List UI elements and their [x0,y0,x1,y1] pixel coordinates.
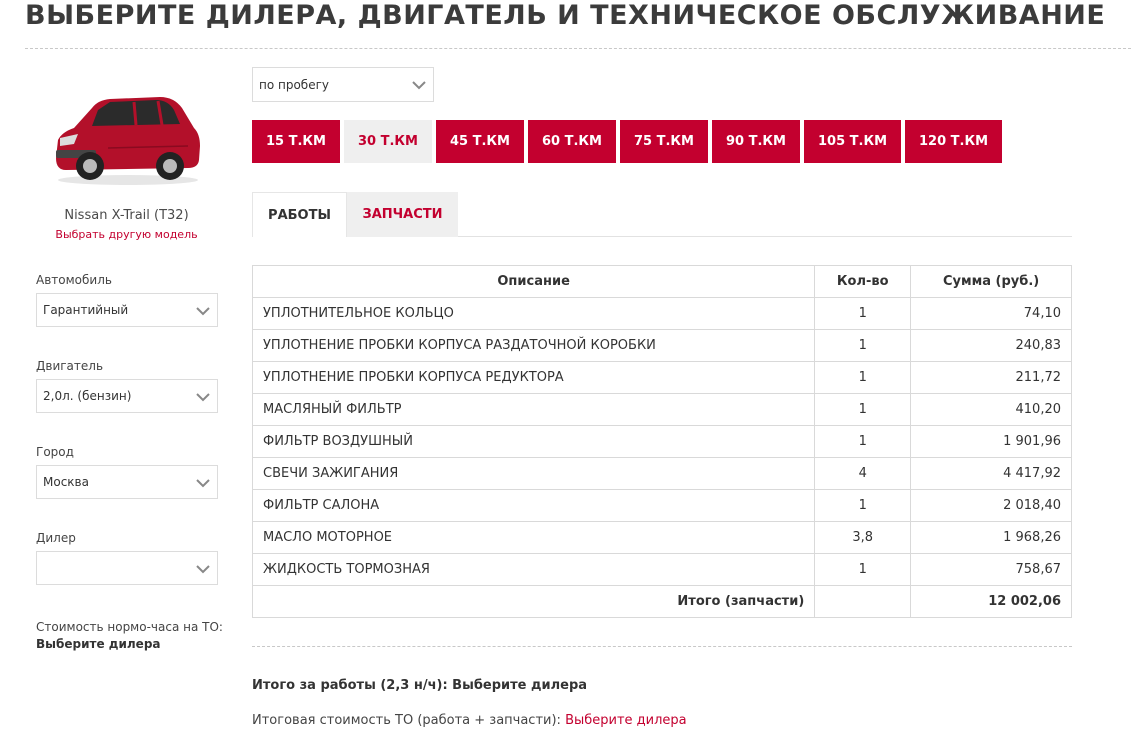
cell-description: МАСЛО МОТОРНОЕ [251,521,816,554]
tab-works[interactable]: РАБОТЫ [252,192,347,237]
table-row: ФИЛЬТР ВОЗДУШНЫЙ 1 1 901,96 [251,425,1072,458]
cell-sum: 410,20 [910,393,1072,426]
parts-total-value: 12 002,06 [910,585,1072,618]
choose-dealer-link[interactable]: Выберите дилера [565,713,687,728]
column-header-qty: Кол-во [814,265,912,298]
cell-sum: 2 018,40 [910,489,1072,522]
mileage-button-75[interactable]: 75 Т.КМ [620,120,708,163]
cell-qty: 1 [814,297,912,330]
table-row: УПЛОТНИТЕЛЬНОЕ КОЛЬЦО 1 74,10 [251,297,1072,330]
parts-table: Описание Кол-во Сумма (руб.) УПЛОТНИТЕЛЬ… [251,265,1072,618]
dealer-label: Дилер [36,531,76,545]
table-row: УПЛОТНЕНИЕ ПРОБКИ КОРПУСА РАЗДАТОЧНОЙ КО… [251,329,1072,362]
car-type-value: Гарантийный [43,303,129,317]
mileage-select-value: по пробегу [259,77,329,92]
summary-divider [252,646,1072,647]
cell-description: ЖИДКОСТЬ ТОРМОЗНАЯ [251,553,816,586]
mileage-button-30[interactable]: 30 Т.КМ [344,120,432,163]
mileage-button-45[interactable]: 45 Т.КМ [436,120,524,163]
cell-qty: 1 [814,393,912,426]
chevron-down-icon [412,81,426,90]
car-model-name: Nissan X-Trail (T32) [64,208,189,223]
chevron-down-icon [196,393,210,402]
cell-sum: 74,10 [910,297,1072,330]
column-header-description: Описание [251,265,816,298]
cell-description: УПЛОТНЕНИЕ ПРОБКИ КОРПУСА РЕДУКТОРА [251,361,816,394]
table-row: УПЛОТНЕНИЕ ПРОБКИ КОРПУСА РЕДУКТОРА 1 21… [251,361,1072,394]
cell-qty: 1 [814,329,912,362]
column-header-sum: Сумма (руб.) [910,265,1072,298]
cell-sum: 4 417,92 [910,457,1072,490]
city-select[interactable]: Москва [36,465,218,499]
car-type-label: Автомобиль [36,273,112,287]
grand-total-label: Итоговая стоимость ТО (работа + запчасти… [252,713,561,728]
parts-total-label: Итого (запчасти) [251,585,816,618]
title-divider [25,48,1131,49]
table-row: МАСЛЯНЫЙ ФИЛЬТР 1 410,20 [251,393,1072,426]
cell-qty: 1 [814,489,912,522]
parts-total-empty [814,585,912,618]
cell-qty: 1 [814,553,912,586]
city-value: Москва [43,475,89,489]
mileage-button-15[interactable]: 15 Т.КМ [252,120,340,163]
cell-qty: 3,8 [814,521,912,554]
cell-qty: 1 [814,361,912,394]
car-type-select[interactable]: Гарантийный [36,293,218,327]
mileage-button-60[interactable]: 60 Т.КМ [528,120,616,163]
engine-select[interactable]: 2,0л. (бензин) [36,379,218,413]
mileage-button-90[interactable]: 90 Т.КМ [712,120,800,163]
cell-sum: 1 968,26 [910,521,1072,554]
dealer-select[interactable] [36,551,218,585]
cell-description: ФИЛЬТР САЛОНА [251,489,816,522]
cell-description: УПЛОТНЕНИЕ ПРОБКИ КОРПУСА РАЗДАТОЧНОЙ КО… [251,329,816,362]
labor-rate-label: Стоимость нормо-часа на ТО: [36,620,223,634]
mileage-button-120[interactable]: 120 Т.КМ [905,120,1002,163]
mileage-select[interactable]: по пробегу [252,67,434,102]
table-row: ФИЛЬТР САЛОНА 1 2 018,40 [251,489,1072,522]
tab-parts[interactable]: ЗАПЧАСТИ [347,192,458,237]
car-image [56,97,200,185]
cell-qty: 1 [814,425,912,458]
table-row: МАСЛО МОТОРНОЕ 3,8 1 968,26 [251,521,1072,554]
table-row: ЖИДКОСТЬ ТОРМОЗНАЯ 1 758,67 [251,553,1072,586]
cell-qty: 4 [814,457,912,490]
cell-description: ФИЛЬТР ВОЗДУШНЫЙ [251,425,816,458]
chevron-down-icon [196,479,210,488]
grand-total: Итоговая стоимость ТО (работа + запчасти… [252,713,687,728]
city-label: Город [36,445,74,459]
table-total-row: Итого (запчасти) 12 002,06 [251,585,1072,618]
content-tabs: РАБОТЫ ЗАПЧАСТИ [252,192,1072,237]
labor-rate-value: Выберите дилера [36,637,161,651]
chevron-down-icon [196,565,210,574]
cell-sum: 758,67 [910,553,1072,586]
cell-sum: 211,72 [910,361,1072,394]
works-total: Итого за работы (2,3 н/ч): Выберите диле… [252,678,588,693]
change-model-link[interactable]: Выбрать другую модель [25,228,228,241]
mileage-button-105[interactable]: 105 Т.КМ [804,120,901,163]
page-title: ВЫБЕРИТЕ ДИЛЕРА, ДВИГАТЕЛЬ И ТЕХНИЧЕСКОЕ… [25,0,1106,31]
chevron-down-icon [196,307,210,316]
cell-sum: 1 901,96 [910,425,1072,458]
engine-label: Двигатель [36,359,104,373]
cell-sum: 240,83 [910,329,1072,362]
cell-description: СВЕЧИ ЗАЖИГАНИЯ [251,457,816,490]
cell-description: УПЛОТНИТЕЛЬНОЕ КОЛЬЦО [251,297,816,330]
engine-value: 2,0л. (бензин) [43,389,132,403]
cell-description: МАСЛЯНЫЙ ФИЛЬТР [251,393,816,426]
table-row: СВЕЧИ ЗАЖИГАНИЯ 4 4 417,92 [251,457,1072,490]
